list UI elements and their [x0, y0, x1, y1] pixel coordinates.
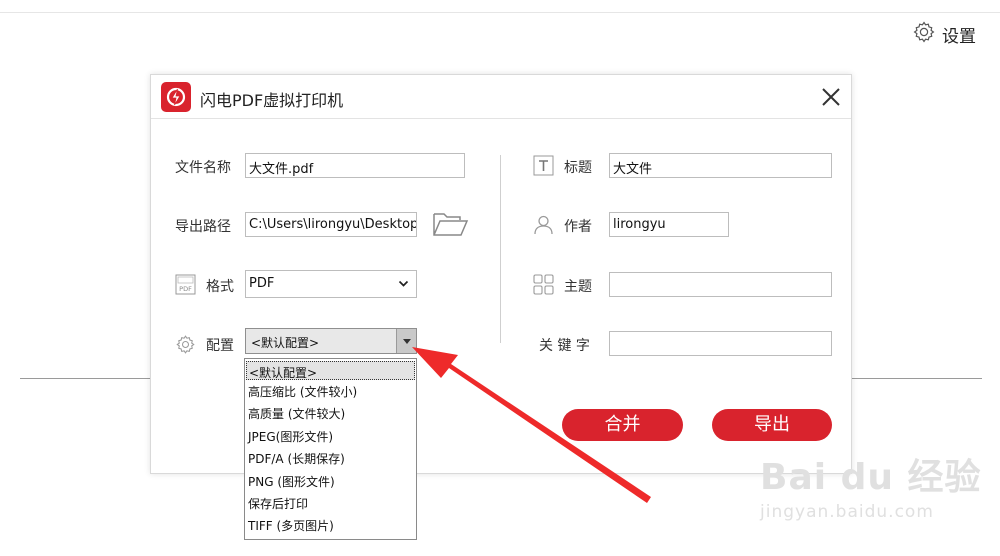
dialog-title: 闪电PDF虚拟打印机	[200, 91, 344, 110]
top-divider	[0, 12, 1000, 13]
dropdown-option-tiff[interactable]: TIFF (多页图片)	[245, 514, 416, 536]
settings-button[interactable]: 设置	[912, 20, 976, 49]
dropdown-option-default[interactable]: <默认配置>	[246, 361, 415, 380]
close-icon[interactable]	[820, 86, 842, 108]
config-label: 配置	[206, 338, 234, 354]
text-title-icon	[533, 155, 554, 176]
pdf-format-icon: PDF	[175, 274, 196, 295]
column-divider	[500, 155, 501, 343]
grid-subject-icon	[533, 274, 554, 295]
config-dropdown-list: <默认配置> 高压缩比 (文件较小) 高质量 (文件较大) JPEG(图形文件)…	[244, 358, 417, 540]
author-input[interactable]: lirongyu	[609, 212, 729, 237]
format-value: PDF	[249, 276, 275, 291]
config-value: <默认配置>	[251, 336, 320, 350]
watermark-url: jingyan.baidu.com	[760, 502, 934, 522]
settings-label: 设置	[942, 27, 976, 47]
format-select[interactable]: PDF	[245, 270, 417, 298]
export-path-input[interactable]: C:\Users\lirongyu\Desktop	[245, 212, 417, 237]
folder-icon[interactable]	[432, 211, 469, 237]
filename-input[interactable]: 大文件.pdf	[245, 153, 465, 178]
keyword-label: 关 键 字	[539, 338, 590, 354]
format-label: 格式	[206, 279, 234, 295]
filename-label: 文件名称	[175, 160, 231, 176]
watermark-main: Bai du 经验	[760, 457, 982, 498]
merge-button[interactable]: 合并	[562, 409, 683, 441]
keyword-input[interactable]	[609, 331, 832, 356]
export-path-label: 导出路径	[175, 219, 231, 235]
page: 设置 闪电PDF虚拟打印机 文件名称 大文件.pdf 导出路径 C:\Users…	[0, 0, 1000, 556]
gear-icon	[912, 20, 936, 49]
config-gear-icon	[175, 334, 196, 355]
dropdown-option-png[interactable]: PNG (图形文件)	[245, 470, 416, 492]
baidu-watermark: Bai du 经验 jingyan.baidu.com	[760, 448, 982, 522]
export-button[interactable]: 导出	[712, 409, 832, 441]
dropdown-option-high-quality[interactable]: 高质量 (文件较大)	[245, 402, 416, 424]
config-combobox[interactable]: <默认配置>	[245, 328, 417, 354]
combo-dropdown-button[interactable]	[396, 329, 416, 353]
svg-text:PDF: PDF	[179, 285, 192, 293]
app-logo-icon	[161, 82, 191, 112]
dropdown-option-high-compression[interactable]: 高压缩比 (文件较小)	[245, 380, 416, 402]
chevron-down-icon	[398, 280, 409, 287]
dropdown-option-jpeg[interactable]: JPEG(图形文件)	[245, 425, 416, 447]
title-input[interactable]: 大文件	[609, 153, 832, 178]
dropdown-option-print-after-save[interactable]: 保存后打印	[245, 492, 416, 514]
user-icon	[533, 214, 554, 235]
dialog-title-bar: 闪电PDF虚拟打印机	[151, 75, 851, 119]
dropdown-option-pdfa[interactable]: PDF/A (长期保存)	[245, 447, 416, 469]
subject-label: 主题	[564, 279, 592, 295]
title-label: 标题	[564, 160, 592, 176]
subject-input[interactable]	[609, 272, 832, 297]
author-label: 作者	[564, 219, 592, 235]
